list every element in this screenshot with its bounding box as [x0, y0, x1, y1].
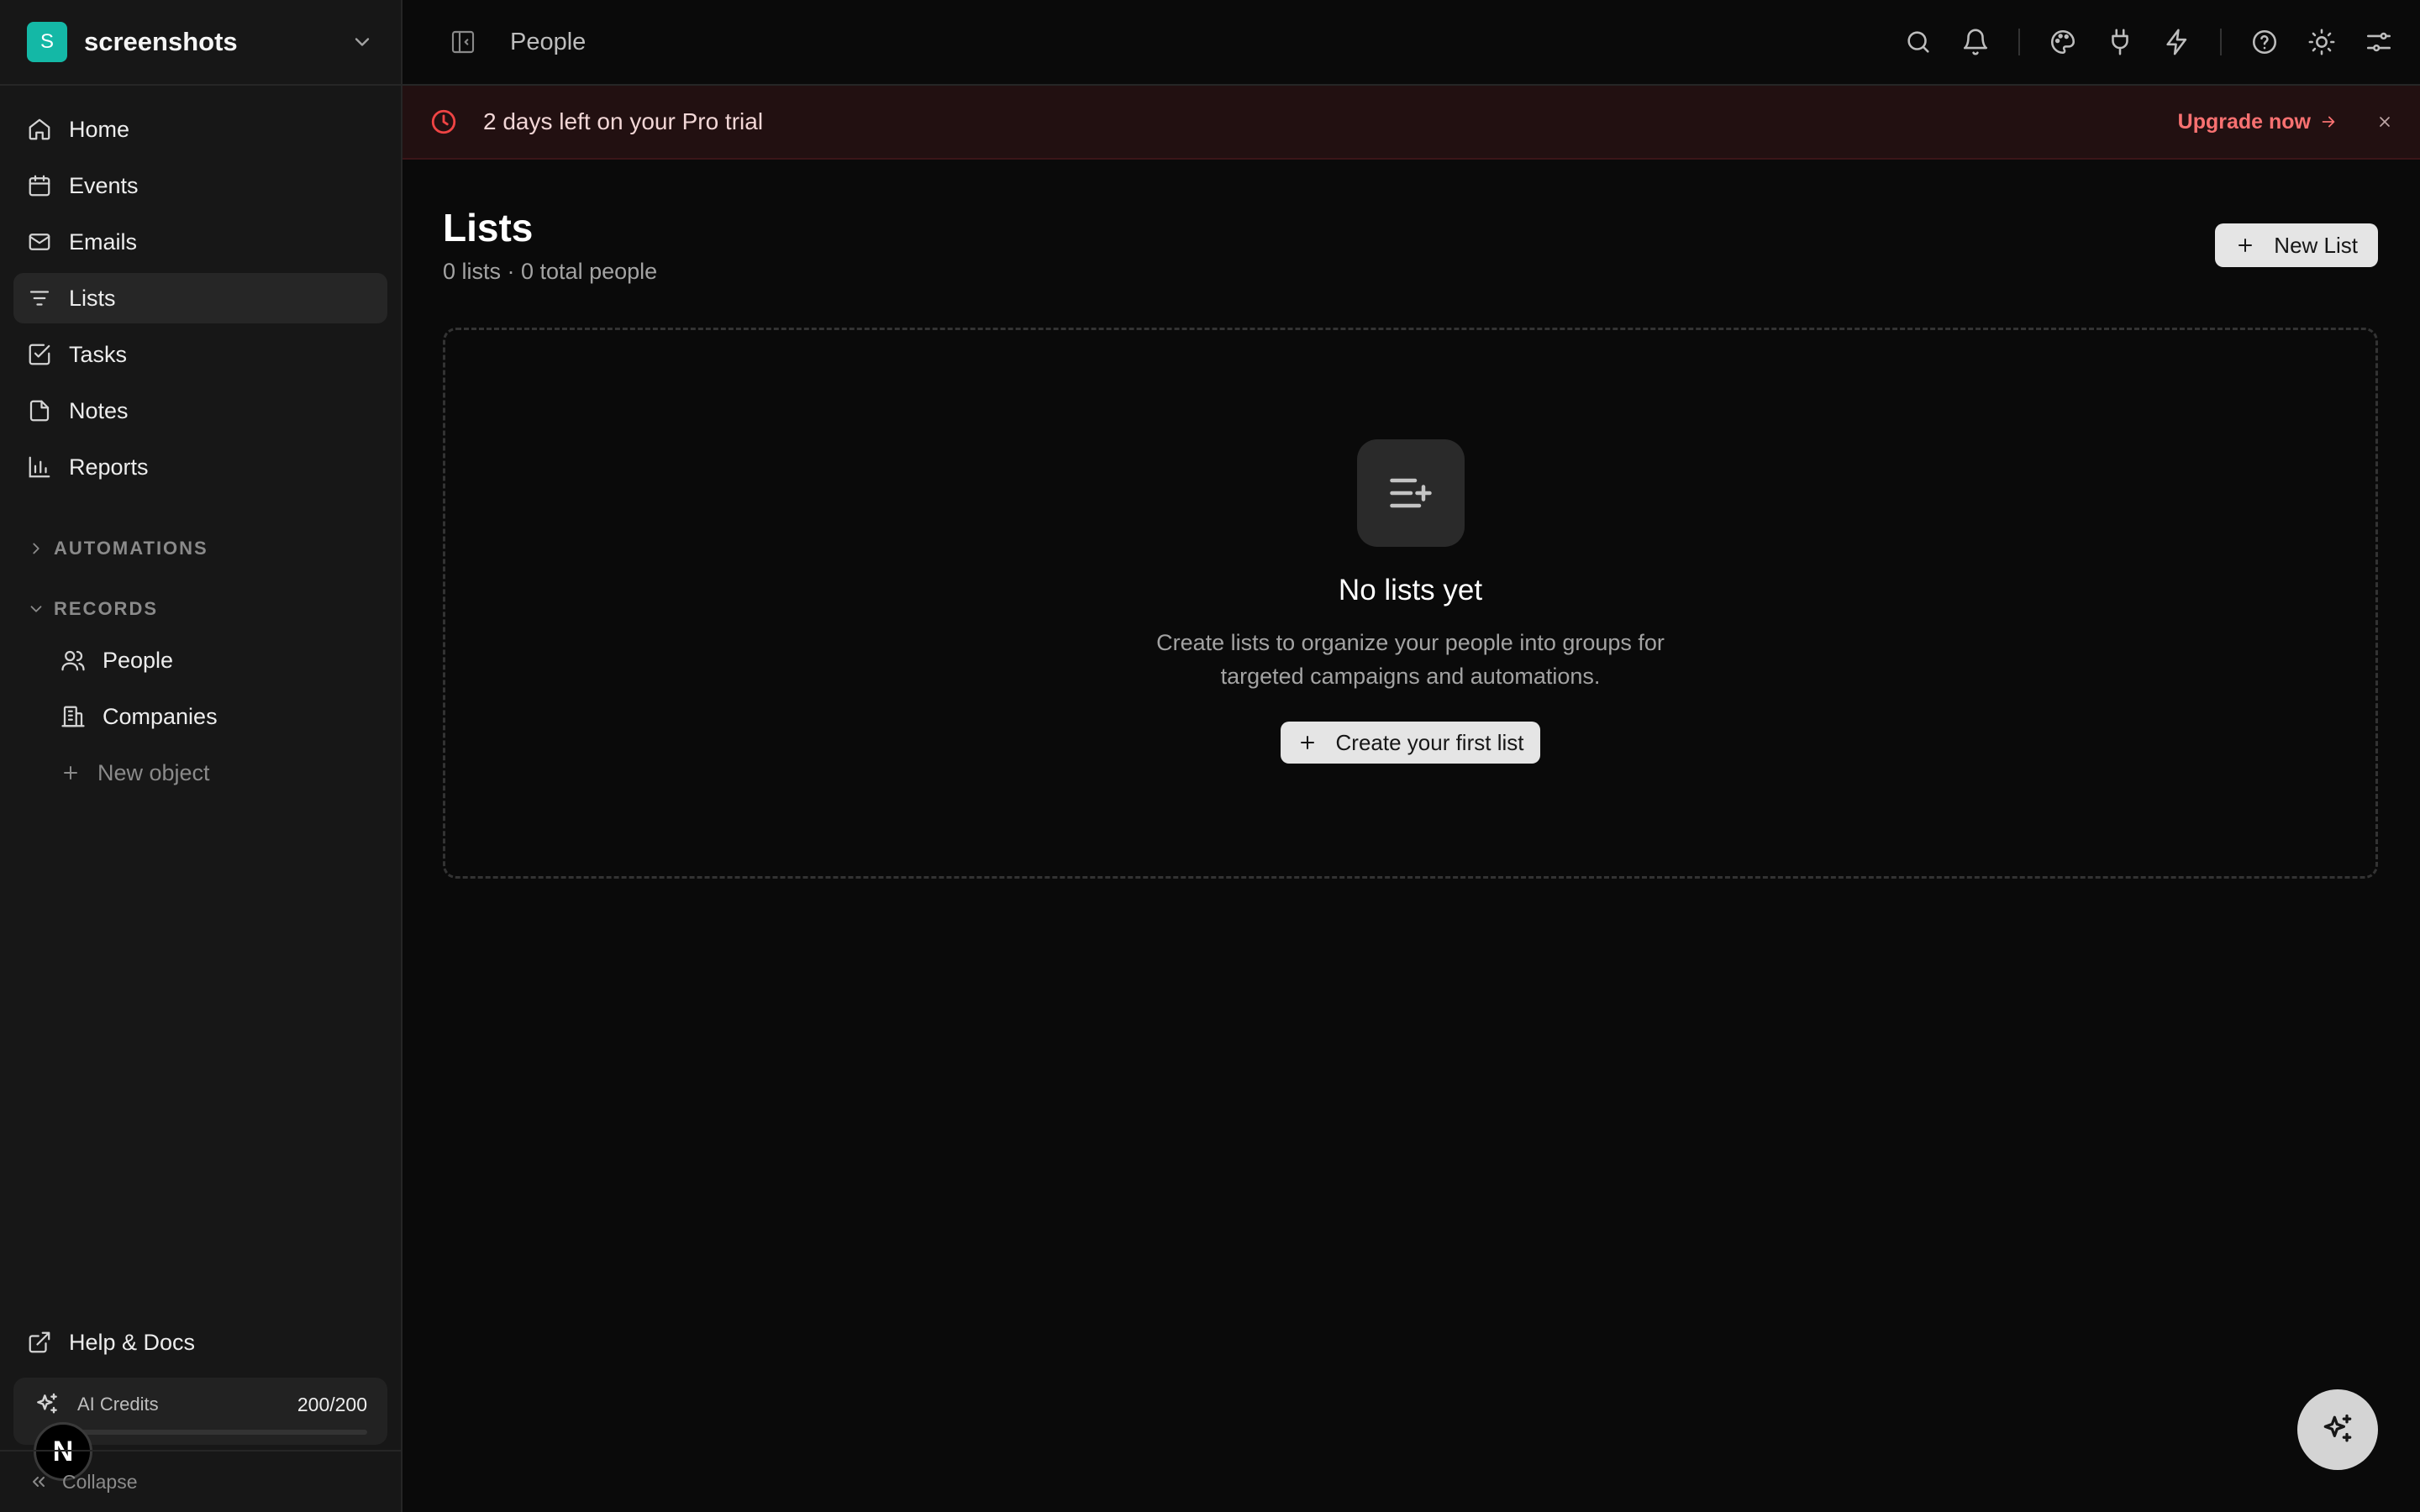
- toolbar-divider: [2220, 29, 2222, 55]
- sidebar-item-tasks[interactable]: Tasks: [13, 329, 387, 380]
- upgrade-now-link[interactable]: Upgrade now: [2178, 110, 2338, 134]
- sidebar-item-label: Companies: [103, 703, 218, 729]
- bar-chart-icon: [27, 454, 52, 480]
- sidebar-item-home[interactable]: Home: [13, 104, 387, 155]
- empty-description: Create lists to organize your people int…: [445, 626, 2375, 693]
- help-circle-icon[interactable]: [2250, 28, 2279, 56]
- calendar-icon: [27, 173, 52, 198]
- sidebar-item-label: Reports: [69, 454, 149, 480]
- zap-icon[interactable]: [2163, 28, 2191, 56]
- sidebar-item-events[interactable]: Events: [13, 160, 387, 211]
- search-icon[interactable]: [1904, 28, 1933, 56]
- page-title: Lists: [443, 206, 534, 249]
- collapse-sidebar-button[interactable]: Collapse: [0, 1450, 401, 1512]
- section-records[interactable]: RECORDS: [27, 598, 158, 620]
- sidebar: S screenshots Home Events Emails Lists T…: [0, 0, 402, 1512]
- trial-message: 2 days left on your Pro trial: [483, 108, 764, 134]
- plug-icon[interactable]: [2106, 28, 2134, 56]
- building-icon: [60, 704, 86, 729]
- sidebar-toggle-icon[interactable]: [450, 29, 476, 55]
- sidebar-item-emails[interactable]: Emails: [13, 217, 387, 267]
- toolbar-divider: [2018, 29, 2020, 55]
- create-first-list-label: Create your first list: [1335, 729, 1524, 755]
- ai-credits-value: 200/200: [297, 1393, 367, 1415]
- empty-description-line: Create lists to organize your people int…: [1156, 630, 1665, 655]
- collapse-label: Collapse: [62, 1470, 138, 1493]
- main-area: People 2 days left on your Pro trial Upg…: [402, 0, 2420, 1512]
- sidebar-item-label: Tasks: [69, 341, 128, 367]
- external-link-icon: [27, 1330, 52, 1355]
- palette-icon[interactable]: [2049, 28, 2077, 56]
- records-list: People Companies New object: [47, 635, 387, 804]
- sparkles-icon: [34, 1391, 60, 1418]
- workspace-name: screenshots: [84, 27, 238, 56]
- page-subtitle: 0 lists · 0 total people: [443, 259, 658, 284]
- chevron-right-icon: [27, 539, 45, 558]
- home-icon: [27, 117, 52, 142]
- sidebar-item-reports[interactable]: Reports: [13, 442, 387, 492]
- section-label: RECORDS: [54, 598, 159, 619]
- workspace-switcher[interactable]: S screenshots: [0, 0, 401, 86]
- ai-assistant-button[interactable]: [2297, 1389, 2378, 1470]
- plus-icon: [60, 763, 81, 783]
- new-list-button[interactable]: New List: [2215, 223, 2378, 267]
- sidebar-item-companies[interactable]: Companies: [47, 691, 387, 742]
- clock-icon: [429, 108, 458, 136]
- sidebar-item-label: Emails: [69, 228, 138, 255]
- empty-description-line: targeted campaigns and automations.: [1220, 664, 1601, 689]
- new-list-label: New List: [2274, 232, 2358, 258]
- new-object-button[interactable]: New object: [47, 748, 387, 798]
- sidebar-item-label: Events: [69, 172, 139, 198]
- upgrade-label: Upgrade now: [2177, 109, 2311, 134]
- filter-list-icon: [27, 286, 52, 311]
- plus-icon: [2238, 239, 2253, 252]
- arrow-right-icon: [2322, 116, 2335, 128]
- mail-icon: [27, 229, 52, 255]
- sidebar-item-label: People: [103, 647, 174, 673]
- chevron-down-icon[interactable]: [350, 30, 374, 54]
- sun-icon[interactable]: [2307, 28, 2336, 56]
- help-docs-link[interactable]: Help & Docs: [27, 1319, 195, 1366]
- sidebar-item-lists[interactable]: Lists: [13, 273, 387, 323]
- sidebar-item-notes[interactable]: Notes: [13, 386, 387, 436]
- workspace-avatar: S: [27, 22, 67, 62]
- settings-sliders-icon[interactable]: [2365, 28, 2393, 56]
- section-automations[interactable]: AUTOMATIONS: [27, 538, 208, 559]
- breadcrumb: People: [510, 28, 587, 55]
- sparkles-icon: [2323, 1414, 2352, 1442]
- chevrons-left-icon: [29, 1472, 49, 1492]
- bell-icon[interactable]: [1961, 28, 1990, 56]
- help-docs-label: Help & Docs: [69, 1329, 196, 1355]
- topbar: People: [402, 0, 2420, 86]
- create-first-list-button[interactable]: Create your first list: [1280, 722, 1541, 764]
- empty-state: No lists yet Create lists to organize yo…: [443, 328, 2378, 879]
- empty-title: No lists yet: [1338, 574, 1483, 606]
- app: S screenshots Home Events Emails Lists T…: [0, 0, 2420, 1512]
- chevron-down-icon: [27, 600, 45, 618]
- sidebar-item-label: Lists: [69, 285, 116, 311]
- sidebar-item-people[interactable]: People: [47, 635, 387, 685]
- file-icon: [27, 398, 52, 423]
- section-label: AUTOMATIONS: [54, 538, 208, 559]
- trial-banner: 2 days left on your Pro trial Upgrade no…: [402, 86, 2420, 160]
- list-plus-icon: [1356, 439, 1465, 547]
- sidebar-item-label: Notes: [69, 397, 129, 423]
- checkbox-icon: [27, 342, 52, 367]
- close-icon[interactable]: [2376, 113, 2393, 130]
- sidebar-item-label: Home: [69, 116, 130, 142]
- ai-credits-progress: [81, 1430, 367, 1435]
- sidebar-item-label: New object: [97, 759, 210, 785]
- plus-icon: [1300, 736, 1314, 749]
- ai-credits-label: AI Credits: [77, 1394, 159, 1415]
- main-nav: Home Events Emails Lists Tasks Notes Rep…: [13, 104, 387, 498]
- topbar-actions: [1876, 28, 2393, 56]
- users-icon: [60, 648, 86, 673]
